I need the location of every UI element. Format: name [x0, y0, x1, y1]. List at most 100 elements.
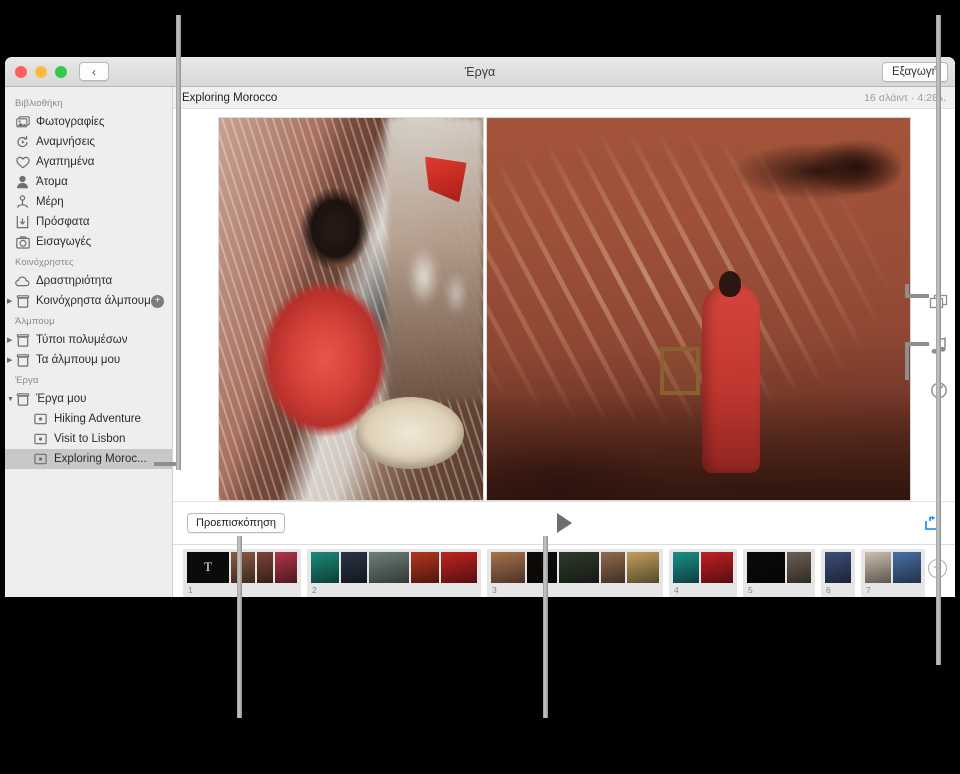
slideshow-icon — [33, 452, 48, 466]
filmstrip-thumbnail[interactable] — [627, 551, 659, 583]
album-icon — [15, 294, 30, 308]
filmstrip-thumbs: T — [187, 551, 297, 583]
filmstrip-thumbnail[interactable] — [747, 551, 785, 583]
photos-icon — [15, 115, 30, 129]
chevron-right-icon[interactable]: ▶ — [7, 357, 16, 364]
filmstrip-thumbnail[interactable] — [411, 551, 439, 583]
sidebar-item-[interactable]: Αναμνήσεις — [5, 132, 172, 152]
project-name: Exploring Morocco — [182, 91, 278, 104]
preview-button[interactable]: Προεπισκόπηση — [187, 513, 285, 534]
sidebar-item-[interactable]: ▶ Τύποι πολυμέσων — [5, 330, 172, 350]
map-pin-icon — [15, 195, 30, 209]
sidebar-item-[interactable]: Μέρη — [5, 192, 172, 212]
filmstrip-thumbnail[interactable] — [491, 551, 525, 583]
sidebar-section-title: Άλμπουμ — [15, 316, 55, 327]
filmstrip-thumbnail[interactable] — [673, 551, 699, 583]
chevron-down-icon[interactable]: ▼ — [7, 396, 16, 403]
sidebar-item-label: Μέρη — [36, 196, 64, 208]
sidebar-section-title: Έργα — [15, 375, 39, 386]
filmstrip-thumbnail[interactable] — [527, 551, 557, 583]
sidebar-item-exploring-moroc[interactable]: Exploring Moroc... — [5, 449, 172, 469]
filmstrip-group-number: 3 — [492, 584, 497, 595]
filmstrip-thumbnail[interactable] — [825, 551, 851, 583]
filmstrip-thumbs — [747, 551, 811, 583]
add-shared-album-button[interactable]: + — [151, 294, 164, 308]
photo-left-straw-hat — [355, 397, 464, 470]
filmstrip-group[interactable]: 5 — [743, 548, 815, 597]
sidebar[interactable]: Βιβλιοθήκη Φωτογραφίες Αναμνήσεις Αγαπημένα… — [5, 87, 173, 597]
sidebar-item-label: Αναμνήσεις — [36, 136, 95, 148]
sidebar-item-[interactable]: ▼ Έργα μου — [5, 389, 172, 409]
callout-line-preview — [237, 536, 242, 718]
sidebar-item-label: Εισαγωγές — [36, 236, 92, 248]
filmstrip-group[interactable]: 2 — [307, 548, 481, 597]
callout-line-play — [543, 536, 548, 718]
filmstrip-group[interactable]: 3 — [487, 548, 663, 597]
window-titlebar: ‹ Έργα Εξαγωγή — [5, 57, 955, 87]
sidebar-item-visit-to-lisbon[interactable]: Visit to Lisbon — [5, 429, 172, 449]
slide-stage — [173, 109, 955, 502]
filmstrip-thumbnail[interactable] — [865, 551, 891, 583]
filmstrip-group-number: 6 — [826, 584, 831, 595]
filmstrip-thumbnail[interactable] — [601, 551, 625, 583]
sidebar-item-label: Φωτογραφίες — [36, 116, 105, 128]
filmstrip-thumbnail[interactable] — [341, 551, 367, 583]
slide-photo-right[interactable] — [485, 117, 911, 502]
sidebar-item-label: Exploring Moroc... — [54, 453, 147, 465]
chevron-right-icon[interactable]: ▶ — [7, 337, 16, 344]
filmstrip-thumbs — [491, 551, 659, 583]
sidebar-item-[interactable]: ▶ Κοινόχρηστα άλμπουμ + — [5, 291, 172, 311]
person-icon — [15, 175, 30, 189]
filmstrip-thumbnail[interactable] — [787, 551, 811, 583]
callout-elbow-inspector — [905, 284, 929, 380]
sidebar-item-[interactable]: Αγαπημένα — [5, 152, 172, 172]
sidebar-item-[interactable]: Άτομα — [5, 172, 172, 192]
photos-window: ‹ Έργα Εξαγωγή Βιβλιοθήκη Φωτογραφίες Αναμ… — [5, 57, 955, 597]
photo-right-figure-head — [719, 271, 742, 298]
filmstrip-group[interactable]: 6 — [821, 548, 855, 597]
project-meta: 16 σλάιντ · 4:28λ. — [864, 91, 946, 104]
filmstrip-group-number: 4 — [674, 584, 679, 595]
filmstrip-group[interactable]: 7 — [861, 548, 925, 597]
filmstrip-thumbnail[interactable] — [441, 551, 477, 583]
photo-right-shadow-patch — [813, 141, 902, 194]
callout-line-sidebar — [176, 15, 181, 470]
filmstrip-thumbs — [673, 551, 733, 583]
filmstrip-thumbs — [311, 551, 477, 583]
sidebar-section-title: Κοινόχρηστες — [15, 257, 74, 268]
filmstrip[interactable]: T1234567+ — [173, 543, 955, 597]
cloud-icon — [15, 274, 30, 288]
sidebar-item-label: Τύποι πολυμέσων — [36, 334, 128, 346]
imports-icon — [15, 235, 30, 249]
sidebar-item-label: Δραστηριότητα — [36, 275, 113, 287]
filmstrip-thumbnail[interactable] — [231, 551, 255, 583]
filmstrip-group[interactable]: 4 — [669, 548, 737, 597]
filmstrip-thumbnail[interactable] — [311, 551, 339, 583]
sidebar-item-[interactable]: ▶ Τα άλμπουμ μου — [5, 350, 172, 370]
filmstrip-thumbnail[interactable] — [893, 551, 921, 583]
filmstrip-thumbnail[interactable] — [275, 551, 297, 583]
sidebar-item-[interactable]: Δραστηριότητα — [5, 271, 172, 291]
slideshow-icon — [33, 412, 48, 426]
filmstrip-group-number: 1 — [188, 584, 193, 595]
filmstrip-group[interactable]: T1 — [183, 548, 301, 597]
recents-icon — [15, 215, 30, 229]
chevron-right-icon[interactable]: ▶ — [7, 298, 16, 305]
play-icon[interactable] — [556, 513, 572, 534]
slide-photo-left[interactable] — [217, 117, 484, 502]
photo-right-figure-dress — [702, 282, 761, 473]
filmstrip-thumbs — [825, 551, 851, 583]
album-icon — [15, 333, 30, 347]
window-title: Έργα — [464, 64, 496, 79]
sidebar-item-[interactable]: Φωτογραφίες — [5, 112, 172, 132]
filmstrip-thumbnail[interactable] — [701, 551, 733, 583]
filmstrip-thumbnail[interactable] — [369, 551, 409, 583]
sidebar-item-hiking-adventure[interactable]: Hiking Adventure — [5, 409, 172, 429]
filmstrip-thumbnail[interactable] — [559, 551, 599, 583]
filmstrip-thumbs — [865, 551, 921, 583]
callout-line-inspector — [936, 15, 941, 665]
sidebar-item-[interactable]: Εισαγωγές — [5, 232, 172, 252]
filmstrip-thumbnail[interactable] — [257, 551, 273, 583]
sidebar-item-[interactable]: Πρόσφατα — [5, 212, 172, 232]
filmstrip-title-card[interactable]: T — [187, 551, 229, 583]
